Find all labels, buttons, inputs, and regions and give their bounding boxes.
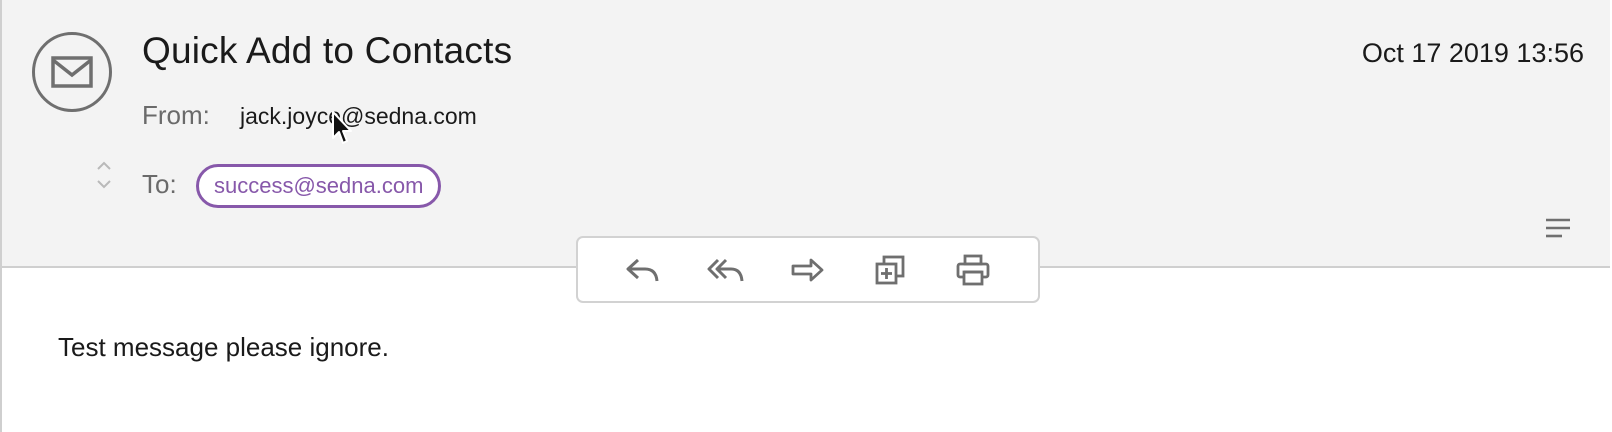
forward-icon xyxy=(791,258,824,281)
recipient-chip[interactable]: success@sedna.com xyxy=(196,164,442,208)
to-label: To: xyxy=(142,169,177,199)
add-to-collection-icon xyxy=(875,255,905,284)
reply-button[interactable] xyxy=(622,249,664,291)
reply-all-button[interactable] xyxy=(705,249,747,291)
hamburger-menu-icon xyxy=(1546,218,1570,238)
envelope-icon xyxy=(51,56,93,88)
sender-avatar xyxy=(32,32,112,112)
forward-button[interactable] xyxy=(787,249,829,291)
message-body: Test message please ignore. xyxy=(58,332,389,362)
more-options-button[interactable] xyxy=(1544,216,1572,240)
from-address[interactable]: jack.joyce@sedna.com xyxy=(240,103,477,130)
reply-icon xyxy=(626,258,659,281)
expand-header-button[interactable] xyxy=(94,160,114,190)
email-viewer: Quick Add to Contacts Oct 17 2019 13:56 … xyxy=(0,0,1610,432)
from-label: From: xyxy=(142,100,210,130)
reply-all-icon xyxy=(707,258,744,281)
message-subject: Quick Add to Contacts xyxy=(142,30,513,71)
message-header: Quick Add to Contacts Oct 17 2019 13:56 … xyxy=(2,0,1610,268)
message-action-toolbar xyxy=(576,236,1040,303)
add-to-collection-button[interactable] xyxy=(869,249,911,291)
message-date: Oct 17 2019 13:56 xyxy=(1361,38,1584,68)
expand-collapse-icon xyxy=(97,161,111,189)
print-icon xyxy=(956,254,990,285)
print-button[interactable] xyxy=(952,249,994,291)
